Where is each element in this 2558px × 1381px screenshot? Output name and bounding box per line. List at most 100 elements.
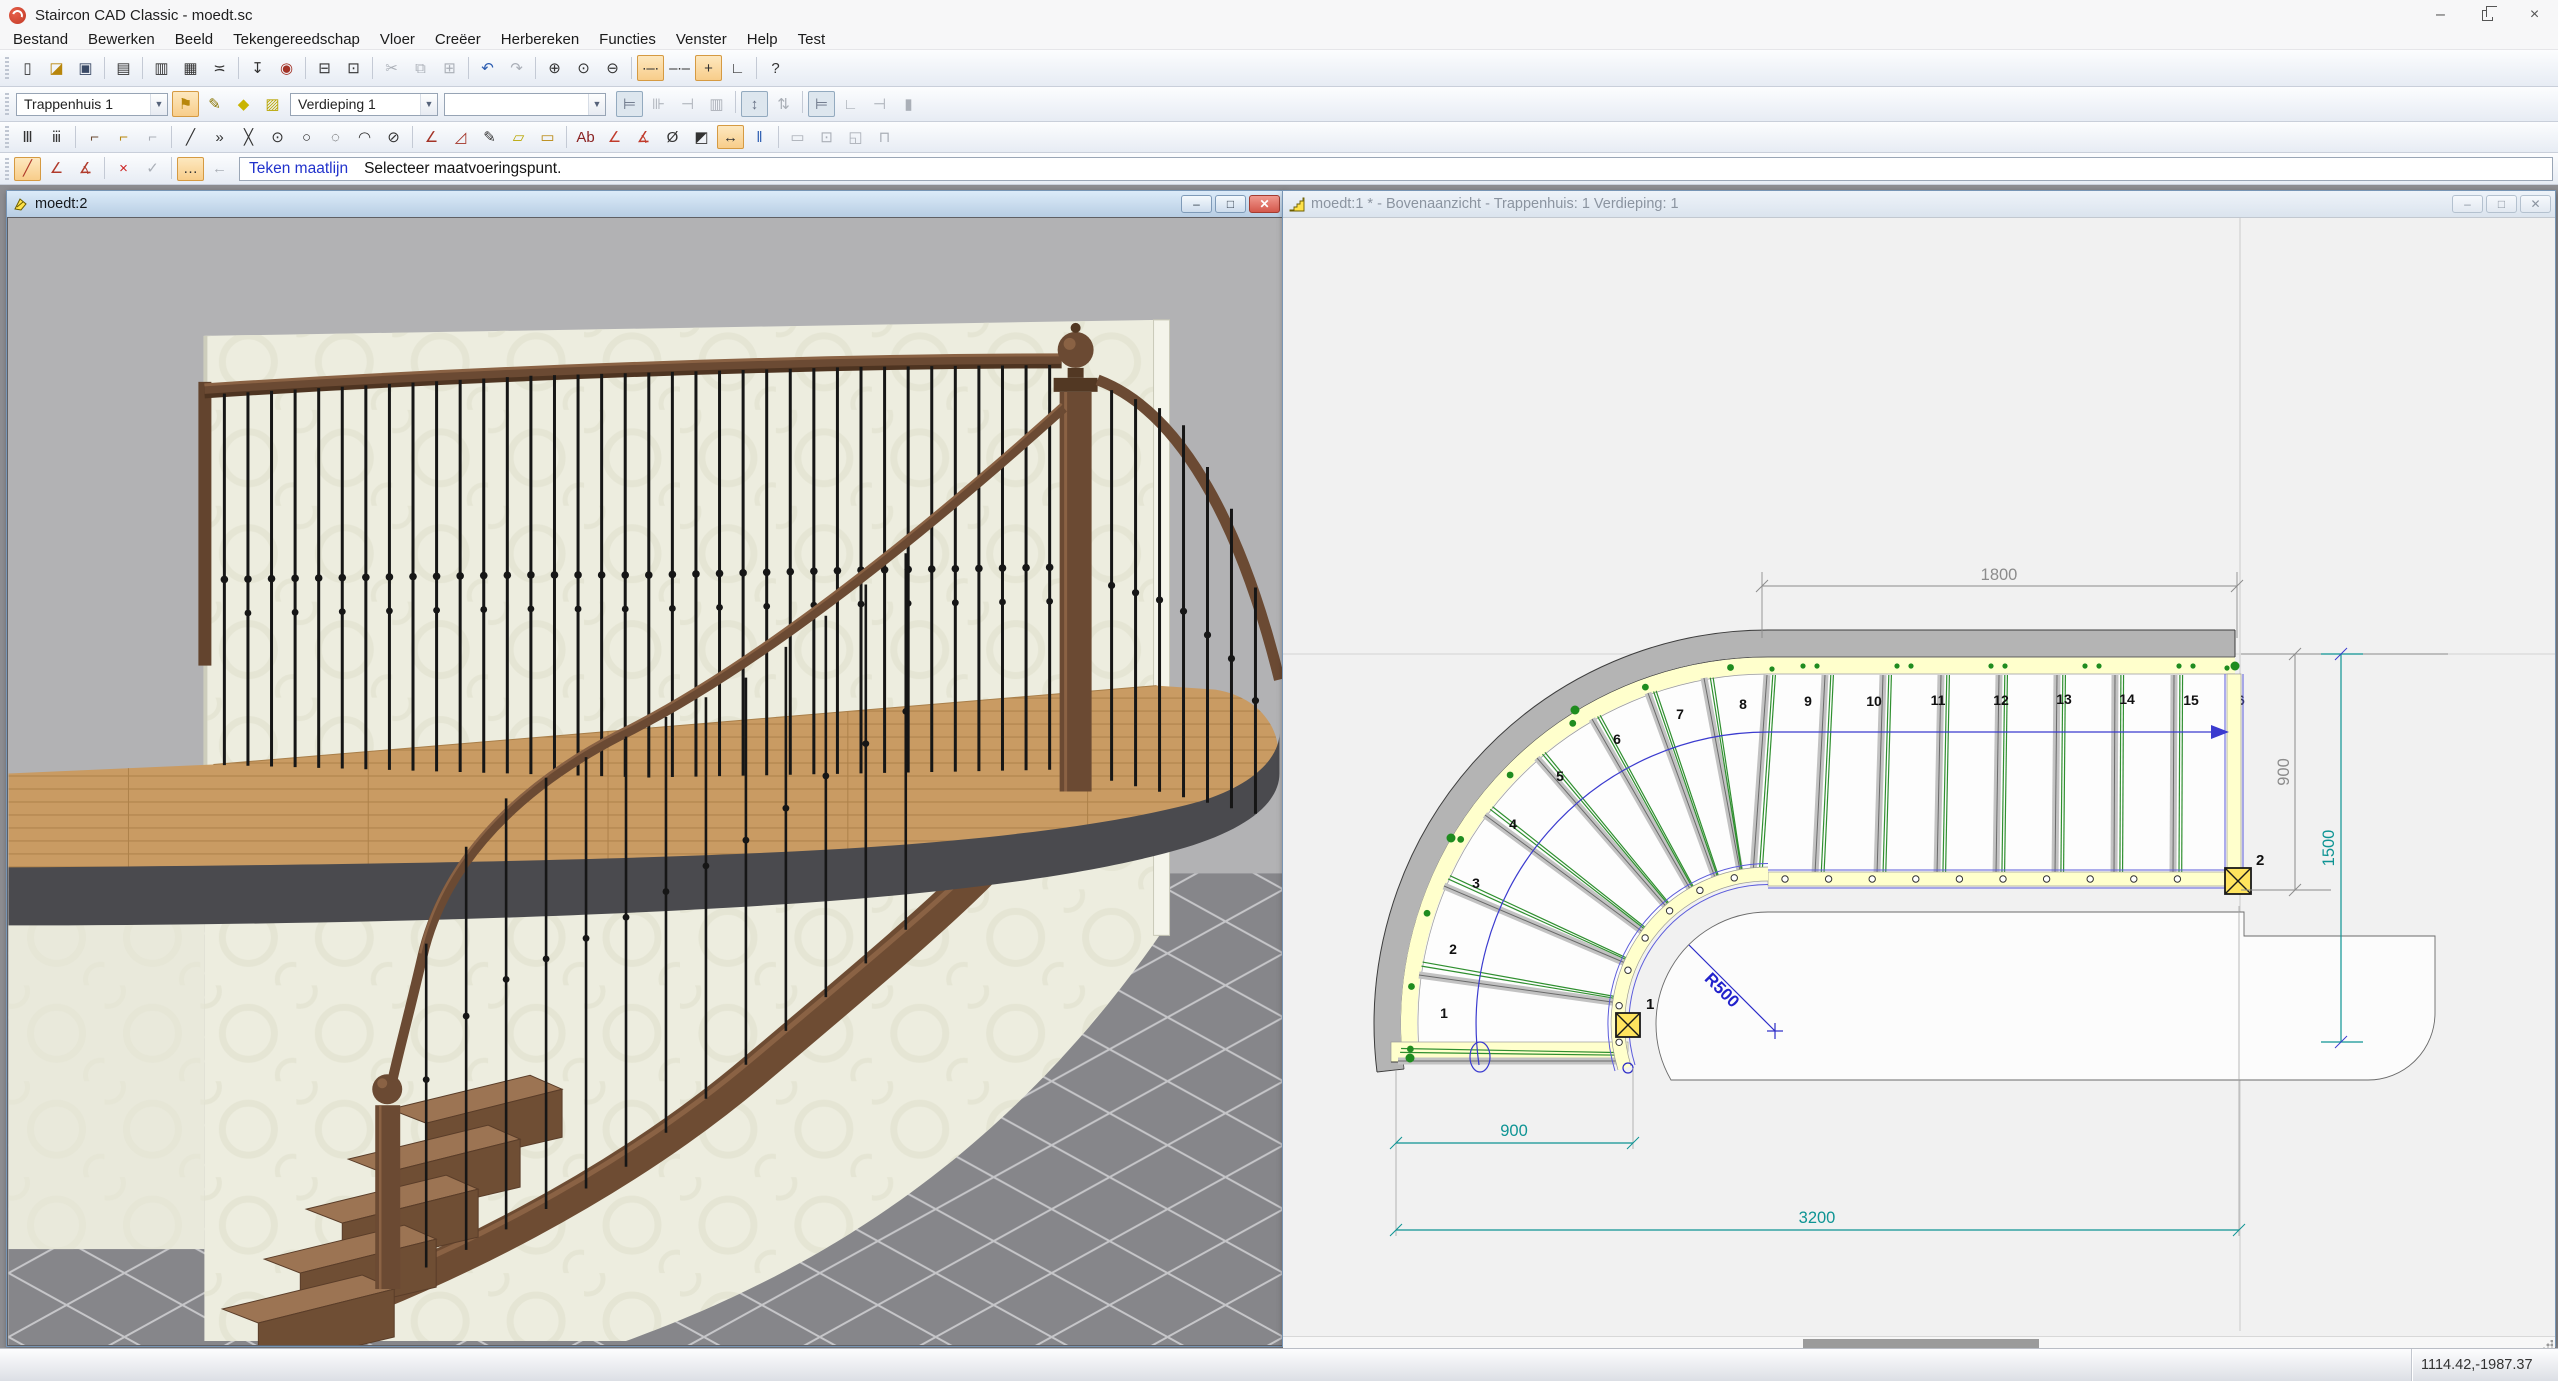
draw-arc-button[interactable]: ◠ — [351, 125, 378, 149]
compress-vertical-button[interactable]: ⇅ — [770, 91, 797, 117]
draw-circle-construction-button[interactable]: ◌ — [322, 125, 349, 149]
child-close-button[interactable]: ✕ — [1249, 195, 1280, 213]
chevron-down-icon[interactable]: ▼ — [588, 94, 605, 115]
menu-venster[interactable]: Venster — [666, 30, 737, 49]
paste-button[interactable]: ⊞ — [436, 55, 463, 81]
close-button[interactable]: × — [2511, 0, 2558, 30]
stair-data-edit-button[interactable]: ▦ — [177, 55, 204, 81]
baluster-divide-button[interactable]: Ⅲ — [14, 125, 41, 149]
extra-select[interactable]: ▼ — [444, 93, 606, 116]
small-sheet-button[interactable]: ▱ — [505, 125, 532, 149]
edge-bar-button[interactable]: ▮ — [895, 91, 922, 117]
text-tool-button[interactable]: Ab — [572, 125, 599, 149]
dimension-settings-button[interactable]: ≍ — [206, 55, 233, 81]
menu-beeld[interactable]: Beeld — [165, 30, 223, 49]
print-button[interactable]: ⊟ — [311, 55, 338, 81]
align-grid-button[interactable]: ▥ — [703, 91, 730, 117]
menu-bestand[interactable]: Bestand — [3, 30, 78, 49]
open-file-button[interactable]: ◪ — [43, 55, 70, 81]
step-back-button[interactable]: ← — [206, 157, 233, 181]
floor-select[interactable]: Verdieping 1 ▼ — [290, 93, 438, 116]
menu-bewerken[interactable]: Bewerken — [78, 30, 165, 49]
undo-button[interactable]: ↶ — [474, 55, 501, 81]
view-screen-3-button[interactable]: ◱ — [842, 125, 869, 149]
zoom-out-button[interactable]: ⊖ — [599, 55, 626, 81]
dimension-angle-mode-button[interactable]: ∠ — [43, 157, 70, 181]
zoom-window-button[interactable]: ⊙ — [570, 55, 597, 81]
demo-video-button[interactable]: ◉ — [273, 55, 300, 81]
snap-edge-left-button[interactable]: ⊨ — [808, 91, 835, 117]
project-data-button[interactable]: ▤ — [110, 55, 137, 81]
dimension-angle-button[interactable]: ∠ — [601, 125, 628, 149]
snap-edge-right-button[interactable]: ⊣ — [866, 91, 893, 117]
child-maximize-button[interactable]: □ — [1215, 195, 1246, 213]
chevron-down-icon[interactable]: ▼ — [150, 94, 167, 115]
toolbar-grip[interactable] — [5, 93, 9, 115]
corner-join-button[interactable]: ∟ — [837, 91, 864, 117]
space-vertical-button[interactable]: ↕ — [741, 91, 768, 117]
window-3d-view[interactable]: moedt:2 – □ ✕ — [6, 190, 1285, 1347]
measure-distance-button[interactable]: ∙–∙ — [637, 55, 664, 81]
toolbar-grip[interactable] — [5, 158, 9, 180]
draw-polyline-button[interactable]: » — [206, 125, 233, 149]
toolbar-grip[interactable] — [5, 57, 9, 79]
align-left-button[interactable]: ⊨ — [616, 91, 643, 117]
new-file-button[interactable]: ▯ — [14, 55, 41, 81]
dimension-angle-alt-button[interactable]: ∡ — [630, 125, 657, 149]
step-nose-marked-button[interactable]: ⌐ — [110, 125, 137, 149]
menu-vloer[interactable]: Vloer — [370, 30, 425, 49]
print-preview-button[interactable]: ⊡ — [340, 55, 367, 81]
plan-viewport[interactable]: 12345678910111213141516 — [1283, 217, 2555, 1348]
draw-cross-line-button[interactable]: ╳ — [235, 125, 262, 149]
menu-help[interactable]: Help — [737, 30, 788, 49]
view-screen-1-button[interactable]: ▭ — [784, 125, 811, 149]
ortho-mode-button[interactable]: ∟ — [724, 55, 751, 81]
3d-viewport[interactable] — [7, 217, 1284, 1346]
view-screen-4-button[interactable]: ⊓ — [871, 125, 898, 149]
step-nose-button[interactable]: ⌐ — [81, 125, 108, 149]
baluster-divide-alt-button[interactable]: ⅲ — [43, 125, 70, 149]
align-center-button[interactable]: ⊪ — [645, 91, 672, 117]
resize-grip[interactable] — [2543, 1340, 2553, 1348]
3d-window-titlebar[interactable]: moedt:2 – □ ✕ — [7, 191, 1284, 217]
draw-dimension-line-button[interactable]: ╱ — [14, 157, 41, 181]
cnc-export-button[interactable]: ↧ — [244, 55, 271, 81]
scrollbar-thumb[interactable] — [1803, 1339, 2039, 1348]
menu-tekengereedschap[interactable]: Tekengereedschap — [223, 30, 370, 49]
check-triangle-button[interactable]: ◿ — [447, 125, 474, 149]
save-file-button[interactable]: ▣ — [72, 55, 99, 81]
draw-circle-button[interactable]: ○ — [293, 125, 320, 149]
chevron-down-icon[interactable]: ▼ — [420, 94, 437, 115]
dimension-arc-mode-button[interactable]: ∡ — [72, 157, 99, 181]
dimension-tool-button[interactable]: ↔ — [717, 125, 744, 149]
window-plan-view[interactable]: moedt:1 * - Bovenaanzicht - Trappenhuis:… — [1282, 190, 2556, 1347]
menu-creëer[interactable]: Creëer — [425, 30, 491, 49]
align-right-button[interactable]: ⊣ — [674, 91, 701, 117]
draw-line-button[interactable]: ╱ — [177, 125, 204, 149]
menu-functies[interactable]: Functies — [589, 30, 666, 49]
stairwell-properties-button[interactable]: ⚑ — [172, 91, 199, 117]
snap-midpoint-button[interactable]: –∙– — [666, 55, 693, 81]
child-close-button[interactable]: ✕ — [2520, 195, 2551, 213]
child-maximize-button[interactable]: □ — [2486, 195, 2517, 213]
minimize-button[interactable]: – — [2417, 0, 2464, 30]
plan-window-titlebar[interactable]: moedt:1 * - Bovenaanzicht - Trappenhuis:… — [1283, 191, 2555, 217]
menu-herbereken[interactable]: Herbereken — [491, 30, 589, 49]
child-minimize-button[interactable]: – — [1181, 195, 1212, 213]
redo-button[interactable]: ↷ — [503, 55, 530, 81]
stair-data-button[interactable]: ▥ — [148, 55, 175, 81]
plan-horizontal-scrollbar[interactable] — [1283, 1336, 2555, 1348]
cut-button[interactable]: ✂ — [378, 55, 405, 81]
zoom-in-button[interactable]: ⊕ — [541, 55, 568, 81]
draw-circle-center-button[interactable]: ⊙ — [264, 125, 291, 149]
restore-button[interactable] — [2464, 0, 2511, 30]
child-minimize-button[interactable]: – — [2452, 195, 2483, 213]
copy-button[interactable]: ⧉ — [407, 55, 434, 81]
stairwell-select[interactable]: Trappenhuis 1 ▼ — [16, 93, 168, 116]
insert-anchor-button[interactable]: ⊘ — [380, 125, 407, 149]
toolbar-grip[interactable] — [5, 126, 9, 148]
highlight-parts-button[interactable]: ◆ — [230, 91, 257, 117]
notes-button[interactable]: ▨ — [259, 91, 286, 117]
confirm-command-button[interactable]: ✓ — [139, 157, 166, 181]
ruler-button[interactable]: ▭ — [534, 125, 561, 149]
